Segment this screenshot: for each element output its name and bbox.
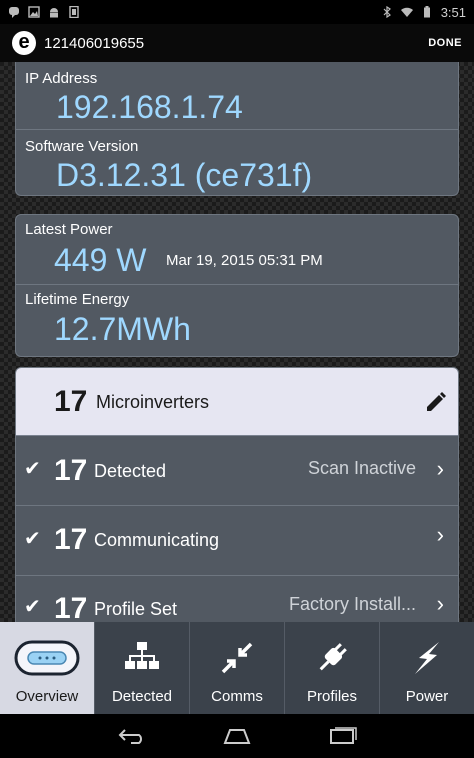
- edit-pencil-icon[interactable]: [424, 390, 448, 414]
- lightning-icon: [409, 638, 445, 678]
- plug-icon: [314, 638, 350, 678]
- bluetooth-icon: [383, 6, 391, 18]
- lifetime-energy-number: 12.7: [54, 311, 117, 347]
- checkmark-icon: ✔: [24, 596, 41, 618]
- chevron-right-icon: ›: [436, 591, 444, 616]
- lifetime-energy-label: Lifetime Energy: [25, 291, 130, 308]
- battery-icon: [423, 6, 430, 18]
- software-label: Software Version: [25, 138, 139, 155]
- tab-comms-label: Comms: [211, 688, 263, 705]
- home-icon[interactable]: [222, 727, 252, 745]
- lifetime-energy-unit: MWh: [116, 311, 191, 347]
- tab-overview-label: Overview: [15, 688, 79, 705]
- sim-icon: [69, 6, 79, 18]
- checkmark-icon: ✔: [24, 528, 41, 550]
- back-icon[interactable]: [117, 727, 147, 745]
- checkmark-icon: ✔: [24, 458, 41, 480]
- ip-section: IP Address 192.168.1.74: [16, 62, 458, 130]
- tab-profiles[interactable]: Profiles: [284, 622, 379, 714]
- microinverters-card: 17 Microinverters ✔ 17 Detected Scan Ina…: [15, 367, 459, 622]
- action-bar: e 121406019655 DONE: [0, 24, 474, 62]
- software-value: D3.12.31 (ce731f): [56, 157, 313, 193]
- arrows-in-icon: [219, 638, 255, 678]
- tab-detected[interactable]: Detected: [94, 622, 189, 714]
- network-tree-icon: [124, 638, 160, 678]
- profile-set-status: Factory Install...: [288, 594, 416, 614]
- bottom-tab-bar: Overview Detected Comms Profiles Power: [0, 622, 474, 714]
- wifi-icon: [400, 7, 413, 17]
- tab-detected-label: Detected: [111, 688, 173, 705]
- microinverters-label: Microinverters: [96, 392, 210, 412]
- latest-power-date: Mar 19, 2015 05:31 PM: [166, 252, 323, 269]
- tab-power-label: Power: [405, 688, 449, 705]
- communicating-label: Communicating: [94, 530, 220, 550]
- tab-profiles-label: Profiles: [306, 688, 358, 705]
- android-icon: [50, 8, 58, 18]
- tab-power[interactable]: Power: [379, 622, 474, 714]
- microinverters-header: 17 Microinverters: [16, 368, 458, 436]
- network-card: IP Address 192.168.1.74 Software Version…: [15, 62, 459, 196]
- envoy-device-icon: [14, 638, 80, 678]
- latest-power-label: Latest Power: [25, 221, 113, 238]
- detected-status: Scan Inactive: [307, 458, 416, 478]
- tab-comms[interactable]: Comms: [189, 622, 284, 714]
- done-button[interactable]: DONE: [428, 37, 462, 49]
- latest-power-section: Latest Power 449 W Mar 19, 2015 05:31 PM: [16, 215, 458, 285]
- latest-power-value: 449 W: [54, 242, 146, 279]
- system-nav-bar: [0, 714, 474, 758]
- communicating-count: 17: [54, 523, 88, 556]
- recents-icon[interactable]: [327, 727, 357, 745]
- profile-set-row[interactable]: ✔ 17 Profile Set Factory Install... ›: [16, 576, 458, 622]
- detected-label: Detected: [94, 461, 167, 481]
- production-card: Latest Power 449 W Mar 19, 2015 05:31 PM…: [15, 214, 459, 357]
- microinverters-count: 17: [54, 385, 88, 418]
- image-icon: [28, 6, 40, 18]
- hangouts-icon: [9, 7, 19, 18]
- communicating-row[interactable]: ✔ 17 Communicating ›: [16, 506, 458, 576]
- chevron-right-icon: ›: [436, 522, 444, 547]
- detected-count: 17: [54, 454, 88, 487]
- lifetime-energy-value: 12.7MWh: [54, 311, 191, 348]
- latest-power-unit: W: [116, 242, 147, 278]
- detected-row[interactable]: ✔ 17 Detected Scan Inactive ›: [16, 436, 458, 506]
- clock: 3:51: [440, 4, 466, 20]
- software-section: Software Version D3.12.31 (ce731f): [16, 130, 458, 195]
- ip-value: 192.168.1.74: [56, 89, 243, 125]
- status-bar: 3:51: [0, 0, 474, 24]
- ip-label: IP Address: [25, 70, 98, 87]
- chevron-right-icon: ›: [436, 456, 444, 481]
- profile-set-label: Profile Set: [94, 599, 178, 619]
- profile-set-count: 17: [54, 592, 88, 622]
- latest-power-number: 449: [54, 242, 108, 278]
- envoy-serial: 121406019655: [44, 34, 145, 52]
- overview-content[interactable]: IP Address 192.168.1.74 Software Version…: [0, 62, 474, 622]
- tab-overview[interactable]: Overview: [0, 622, 94, 714]
- lifetime-energy-section: Lifetime Energy 12.7MWh: [16, 285, 458, 356]
- enphase-logo[interactable]: e: [12, 31, 36, 55]
